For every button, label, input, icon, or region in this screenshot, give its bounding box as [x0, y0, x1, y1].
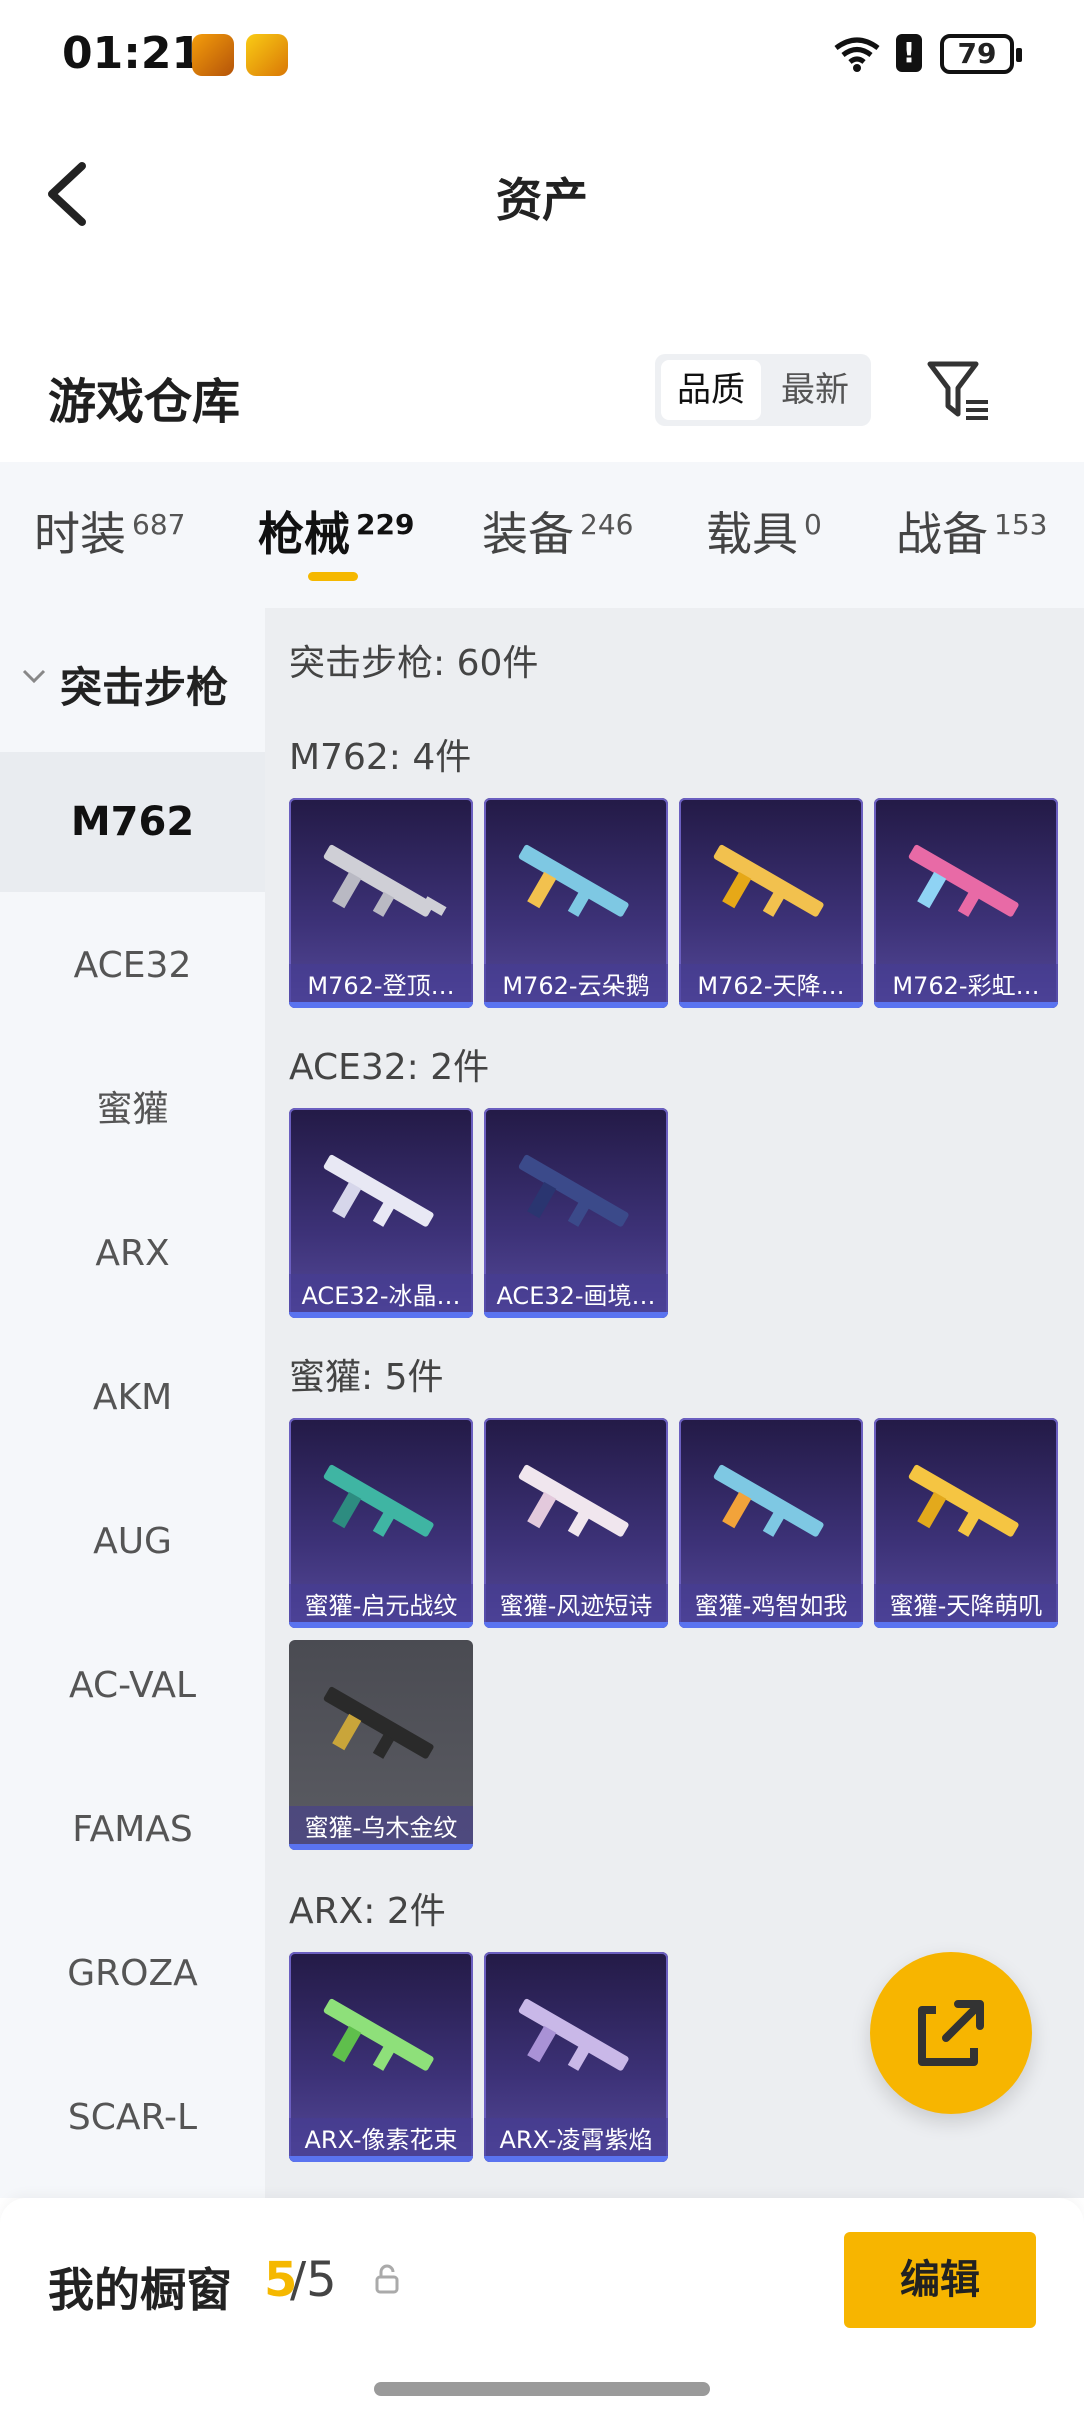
app-notification-icon-2: [246, 34, 288, 76]
category-total: 突击步枪: 60件: [289, 643, 539, 684]
sidebar-item-m762[interactable]: M762: [0, 752, 265, 892]
sidebar-item-akm[interactable]: AKM: [0, 1328, 265, 1468]
status-bar: 01:21 ! 79: [0, 0, 1084, 110]
showcase-label: 我的橱窗: [48, 2263, 232, 2317]
weapon-card[interactable]: 蜜獾-天降萌叽: [874, 1418, 1058, 1628]
sidebar-item-famas[interactable]: FAMAS: [0, 1760, 265, 1900]
weapon-card[interactable]: ARX-像素花束: [289, 1952, 473, 2162]
sort-newest-button[interactable]: 最新: [765, 360, 865, 420]
section-title-ace32: ACE32: 2件: [289, 1047, 490, 1088]
active-tab-indicator: [308, 572, 358, 581]
showcase-count-total: /5: [290, 2252, 337, 2308]
tab-gear[interactable]: 战备 153: [896, 498, 1047, 564]
section-title-honey-badger: 蜜獾: 5件: [289, 1357, 444, 1398]
weapon-card[interactable]: ACE32-冰晶…: [289, 1108, 473, 1318]
sidebar-item-groza[interactable]: GROZA: [0, 1904, 265, 2044]
rifle-icon: [518, 1154, 629, 1227]
weapon-card[interactable]: ARX-凌霄紫焰: [484, 1952, 668, 2162]
weapon-card[interactable]: ACE32-画境…: [484, 1108, 668, 1318]
sort-toggle: 品质 最新: [655, 354, 871, 426]
weapon-card[interactable]: M762-云朵鹅: [484, 798, 668, 1008]
weapon-card[interactable]: 蜜獾-乌木金纹: [289, 1640, 473, 1850]
app-notification-icon: [192, 34, 234, 76]
rifle-icon: [908, 844, 1019, 917]
rifle-icon: [323, 1154, 434, 1227]
sidebar-group-label: 突击步枪: [60, 663, 229, 712]
lock-icon: [374, 2264, 400, 2302]
rifle-icon: [713, 1464, 824, 1537]
weapon-sidebar: 突击步枪 M762 ACE32 蜜獾 ARX AKM AUG AC-VAL FA…: [0, 608, 265, 2198]
sidebar-group-assault-rifle[interactable]: 突击步枪: [0, 608, 265, 752]
rifle-icon: [323, 1686, 434, 1759]
section-title-arx: ARX: 2件: [289, 1891, 446, 1932]
battery-indicator: 79: [940, 34, 1022, 74]
weapon-card[interactable]: M762-彩虹…: [874, 798, 1058, 1008]
rifle-icon: [908, 1464, 1019, 1537]
rifle-icon: [518, 844, 629, 917]
warehouse-header: 游戏仓库 品质 最新: [0, 340, 1084, 460]
sidebar-item-arx[interactable]: ARX: [0, 1184, 265, 1324]
edit-button[interactable]: 编辑: [844, 2232, 1036, 2328]
rifle-icon: [323, 1998, 434, 2071]
chevron-down-icon: [20, 660, 48, 693]
showcase-bar: 我的橱窗 5 /5 编辑: [0, 2198, 1084, 2412]
clock: 01:21: [62, 28, 203, 79]
share-icon: [918, 2000, 984, 2066]
sidebar-item-ac-val[interactable]: AC-VAL: [0, 1616, 265, 1756]
rifle-icon: [518, 1464, 629, 1537]
page-title: 资产: [496, 173, 588, 227]
alert-icon: !: [896, 34, 922, 72]
sort-quality-button[interactable]: 品质: [661, 360, 761, 420]
tab-vehicles[interactable]: 载具 0: [706, 498, 822, 564]
home-indicator: [374, 2382, 710, 2396]
weapon-card[interactable]: M762-天降…: [679, 798, 863, 1008]
filter-icon[interactable]: [924, 356, 994, 426]
section-title-m762: M762: 4件: [289, 737, 472, 778]
sidebar-item-ace32[interactable]: ACE32: [0, 896, 265, 1036]
warehouse-title: 游戏仓库: [48, 374, 241, 430]
tab-weapons[interactable]: 枪械 229: [258, 498, 414, 564]
app-header: 资产: [0, 140, 1084, 250]
weapon-card[interactable]: 蜜獾-鸡智如我: [679, 1418, 863, 1628]
tab-equipment[interactable]: 装备 246: [482, 498, 633, 564]
weapon-card[interactable]: 蜜獾-启元战纹: [289, 1418, 473, 1628]
weapon-card[interactable]: 蜜獾-风迹短诗: [484, 1418, 668, 1628]
tab-fashion[interactable]: 时装 687: [34, 498, 185, 564]
rifle-icon: [713, 844, 824, 917]
wifi-icon: [832, 34, 882, 83]
rifle-icon: [518, 1998, 629, 2071]
share-button[interactable]: [870, 1952, 1032, 2114]
weapon-card[interactable]: M762-登顶…: [289, 798, 473, 1008]
rifle-icon: [323, 1464, 434, 1537]
sidebar-item-honey-badger[interactable]: 蜜獾: [0, 1040, 265, 1180]
category-tabs: 时装 687 枪械 229 装备 246 载具 0 战备 153: [0, 462, 1084, 608]
sidebar-item-aug[interactable]: AUG: [0, 1472, 265, 1612]
rifle-icon: [323, 844, 447, 917]
sidebar-item-scar-l[interactable]: SCAR-L: [0, 2048, 265, 2188]
